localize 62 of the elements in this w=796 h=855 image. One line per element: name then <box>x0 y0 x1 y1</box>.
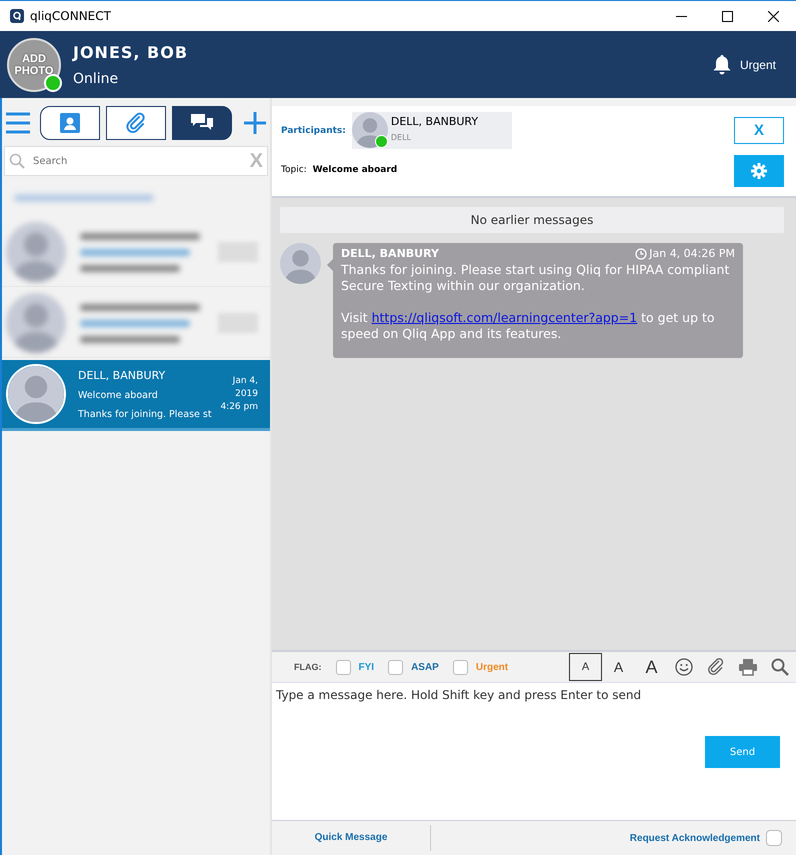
contact-name: DELL, BANBURY <box>78 368 166 382</box>
contact-avatar <box>6 293 66 353</box>
bell-icon[interactable] <box>712 54 732 76</box>
add-icon[interactable] <box>244 112 266 134</box>
checkbox[interactable] <box>388 660 404 674</box>
clock-icon <box>635 248 648 260</box>
contact-card-icon <box>60 113 80 133</box>
no-earlier-messages-notice: No earlier messages <box>280 207 784 233</box>
send-button[interactable]: Send <box>705 736 780 768</box>
message-text: Visit https://qliqsoft.com/learningcenter?app=1 to get up to speed on Qliq App and its features. <box>341 310 716 342</box>
close-chat-button[interactable]: X <box>734 117 784 144</box>
checkbox[interactable] <box>336 660 350 674</box>
sidebar-tab[interactable] <box>106 106 166 140</box>
search-icon[interactable] <box>771 658 789 676</box>
topic-text: Welcome aboard <box>312 165 398 175</box>
user-name: JONES, BOB <box>73 42 190 62</box>
contact-avatar <box>6 222 66 282</box>
message-time: Jan 4, 04:26 PM <box>649 247 735 260</box>
message-text: Thanks for joining. Please start using Qliq for HIPAA compliant Secure Texting within our organization. <box>341 262 730 294</box>
participant-name: DELL, BANBURY <box>390 115 478 128</box>
quick-message-link[interactable]: Quick Message <box>272 825 431 851</box>
user-status[interactable]: Online <box>73 70 712 86</box>
checkbox[interactable] <box>452 660 468 674</box>
link[interactable]: https://qliqsoft.com/learningcenter?app=1 <box>372 310 638 325</box>
conversation-item[interactable]: DELL, BANBURY Welcome aboard Thanks for joining. Please st Jan 4, 2019 4:26 pm <box>2 360 270 431</box>
font-size-button[interactable]: A <box>602 653 635 681</box>
message-input[interactable]: Type a message here. Hold Shift key and press Enter to send Send <box>272 682 796 820</box>
app-logo-icon <box>10 9 24 23</box>
maximize-icon[interactable] <box>722 10 732 22</box>
flag-option-label[interactable]: FYI <box>358 662 374 672</box>
topic-label: Topic: <box>281 165 307 175</box>
settings-button[interactable] <box>734 155 784 187</box>
font-size-button[interactable]: A <box>569 653 602 681</box>
participant-card[interactable]: DELL, BANBURY DELL <box>352 112 512 149</box>
flag-label: FLAG: <box>294 662 322 672</box>
participants-label: Participants: <box>281 126 346 136</box>
search-icon <box>9 153 25 169</box>
settings-icon <box>751 163 767 179</box>
participant-avatar <box>352 112 388 148</box>
printer-icon[interactable] <box>738 658 758 676</box>
sidebar-tab[interactable] <box>40 106 100 140</box>
message-preview: Thanks for joining. Please st <box>78 408 212 420</box>
profile-photo[interactable]: ADD PHOTO <box>7 38 61 92</box>
paperclip-icon <box>125 112 147 134</box>
sidebar-tab[interactable] <box>172 106 232 140</box>
checkbox[interactable] <box>766 830 782 846</box>
conversation-date: Jan 4, 2019 <box>231 374 258 400</box>
font-size-button[interactable]: A <box>635 653 668 681</box>
participant-detail: DELL <box>390 133 412 142</box>
menu-icon[interactable] <box>6 112 30 134</box>
conversation-time: 4:26 pm <box>219 400 258 414</box>
smiley-icon[interactable] <box>675 658 693 676</box>
sender-avatar <box>280 243 321 284</box>
alert-label[interactable]: Urgent <box>740 58 776 72</box>
window-title: qliqCONNECT <box>30 9 112 23</box>
close-icon[interactable] <box>768 10 778 22</box>
paperclip-icon[interactable] <box>708 658 724 676</box>
flag-option-label[interactable]: ASAP <box>411 662 439 672</box>
conversation-topic: Welcome aboard <box>78 390 159 400</box>
acknowledge-label[interactable]: Request Acknowledgement <box>630 832 760 844</box>
add-photo-label: ADD PHOTO <box>14 52 54 76</box>
sender-name: DELL, BANBURY <box>341 247 439 260</box>
